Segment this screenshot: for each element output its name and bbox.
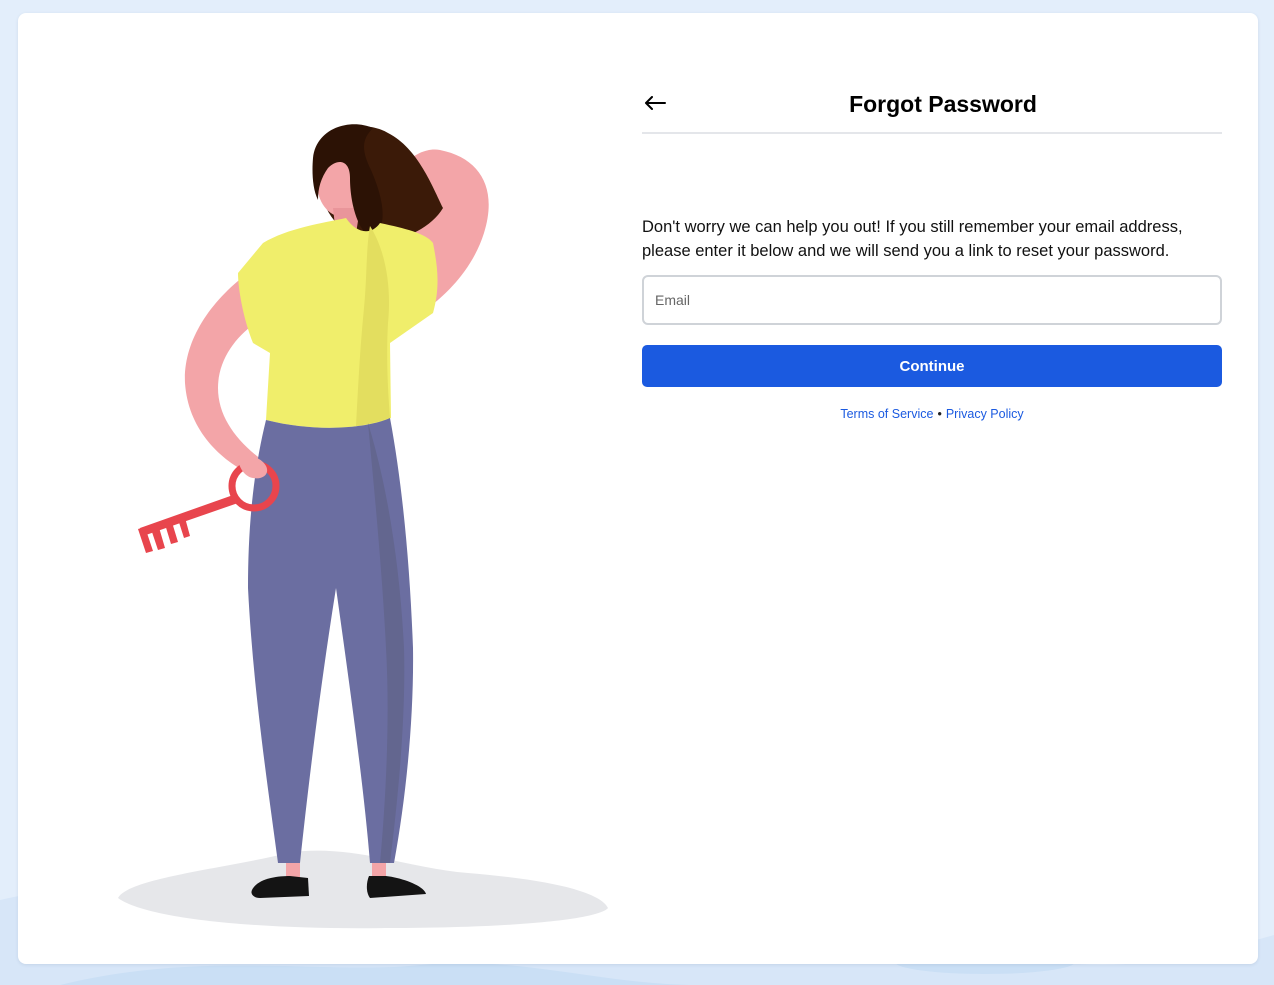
email-field[interactable] [642, 275, 1222, 325]
privacy-policy-link[interactable]: Privacy Policy [946, 407, 1024, 421]
page-title: Forgot Password [849, 91, 1037, 117]
woman-with-key-illustration [118, 124, 608, 929]
forgot-password-form: Forgot Password Don't worry we can help … [642, 83, 1222, 421]
continue-button[interactable]: Continue [642, 345, 1222, 387]
forgot-password-card: Forgot Password Don't worry we can help … [18, 13, 1258, 964]
form-header: Forgot Password [642, 83, 1222, 134]
footer-links: Terms of Service • Privacy Policy [642, 407, 1222, 421]
instructions-text: Don't worry we can help you out! If you … [642, 218, 1183, 260]
terms-of-service-link[interactable]: Terms of Service [840, 407, 933, 421]
separator-dot: • [937, 407, 942, 421]
